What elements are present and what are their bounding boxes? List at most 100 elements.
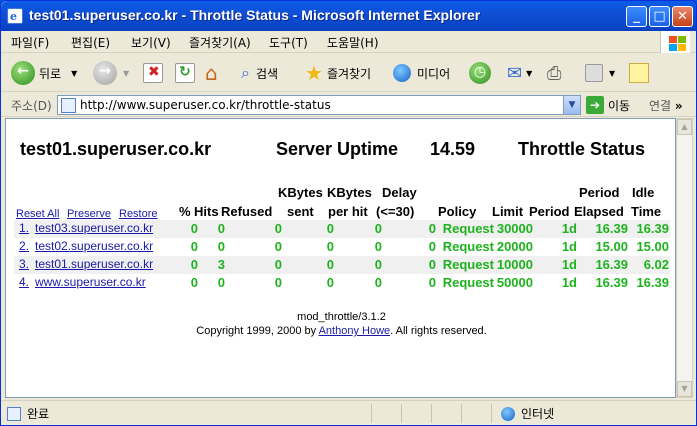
th-limit: Limit <box>492 204 524 219</box>
row-index-link[interactable]: 3. <box>19 257 29 271</box>
cell-limit: 50000 <box>496 275 533 290</box>
forward-arrow-icon: → <box>93 61 117 85</box>
menu-favorites[interactable]: 즐겨찾기(A) <box>189 34 251 51</box>
cell-limit: 20000 <box>496 239 533 254</box>
status-divider <box>371 404 372 423</box>
cell-idle: 16.39 <box>636 275 669 290</box>
table-row: 3. test01.superuser.co.kr 0 3 0 0 0 0 Request 100… <box>14 256 670 274</box>
cell-refused: 0 <box>274 239 282 254</box>
status-bar: 완료 인터넷 <box>1 400 696 425</box>
cell-hits: 0 <box>217 221 225 236</box>
cell-pct: 0 <box>190 257 198 272</box>
links-button[interactable]: 연결 » <box>649 97 683 114</box>
restore-link[interactable]: Restore <box>119 208 158 220</box>
th-idle-1: Idle <box>632 185 655 200</box>
cell-policy: Request <box>442 239 494 254</box>
stop-button[interactable]: ✖ <box>143 59 163 87</box>
edit-icon <box>585 64 603 82</box>
done-page-icon <box>7 406 21 421</box>
media-button[interactable]: 미디어 <box>393 59 450 87</box>
scroll-down-icon[interactable]: ▼ <box>677 381 692 397</box>
back-label: 뒤로 <box>39 66 62 81</box>
reset-all-link[interactable]: Reset All <box>16 208 59 220</box>
address-dropdown-icon[interactable]: ▼ <box>563 96 580 114</box>
windows-logo-icon <box>660 31 690 53</box>
cell-sent: 0 <box>326 221 334 236</box>
cell-elapsed: 16.39 <box>595 221 628 236</box>
row-host-link[interactable]: www.superuser.co.kr <box>35 275 146 289</box>
forward-button[interactable]: → ▼ <box>93 59 129 87</box>
search-label: 검색 <box>255 66 279 81</box>
menu-file[interactable]: 파일(F) <box>11 34 49 51</box>
status-left: 완료 <box>7 405 49 422</box>
footer-version: mod_throttle/3.1.2 <box>297 311 386 323</box>
cell-delay: 0 <box>428 257 436 272</box>
vertical-scrollbar[interactable]: ▲ ▼ <box>676 118 693 398</box>
cell-hits: 0 <box>217 239 225 254</box>
row-index-link[interactable]: 2. <box>19 239 29 253</box>
menu-view[interactable]: 보기(V) <box>131 34 171 51</box>
mail-button[interactable]: ✉ ▼ <box>507 59 532 87</box>
mail-dropdown-icon[interactable]: ▼ <box>526 69 532 78</box>
refresh-button[interactable]: ↻ <box>175 59 195 87</box>
edit-button[interactable]: ▼ <box>585 59 615 87</box>
row-index-link[interactable]: 4. <box>19 275 29 289</box>
cell-per-hit: 0 <box>374 239 382 254</box>
cell-policy: Request <box>442 275 494 290</box>
author-link[interactable]: Anthony Howe <box>319 325 391 337</box>
note-button[interactable] <box>629 59 649 87</box>
menu-tools[interactable]: 도구(T) <box>269 34 308 51</box>
back-dropdown-icon[interactable]: ▼ <box>71 69 77 78</box>
forward-dropdown-icon[interactable]: ▼ <box>123 69 129 78</box>
th-kbytes-sent-2: sent <box>287 204 314 219</box>
address-url[interactable]: http://www.superuser.co.kr/throttle-stat… <box>80 98 331 112</box>
cell-idle: 15.00 <box>636 239 669 254</box>
cell-period: 1d <box>561 275 577 290</box>
print-button[interactable]: ⎙ <box>547 59 561 87</box>
row-host-link[interactable]: test03.superuser.co.kr <box>35 221 153 235</box>
row-index-link[interactable]: 1. <box>19 221 29 235</box>
print-icon: ⎙ <box>547 62 562 84</box>
internet-zone-icon <box>501 406 515 421</box>
copyright-prefix: Copyright 1999, 2000 by <box>196 325 317 337</box>
cell-sent: 0 <box>326 257 334 272</box>
maximize-button[interactable]: □ <box>649 6 670 27</box>
address-bar: 주소(D) http://www.superuser.co.kr/throttl… <box>1 93 696 117</box>
address-input[interactable]: http://www.superuser.co.kr/throttle-stat… <box>57 95 581 115</box>
edit-dropdown-icon[interactable]: ▼ <box>609 69 615 78</box>
favorites-label: 즐겨찾기 <box>326 66 372 81</box>
status-divider <box>491 404 492 423</box>
preserve-link[interactable]: Preserve <box>67 208 111 220</box>
cell-elapsed: 16.39 <box>595 257 628 272</box>
star-icon: ★ <box>305 61 323 85</box>
row-host-link[interactable]: test01.superuser.co.kr <box>35 257 153 271</box>
copyright-suffix: . All rights reserved. <box>390 325 487 337</box>
th-kbytes-perhit-1: KBytes <box>327 185 372 200</box>
close-button[interactable]: ✕ <box>672 6 693 27</box>
search-button[interactable]: ⌕ 검색 <box>241 59 278 87</box>
minimize-button[interactable]: _ <box>626 6 647 27</box>
go-label: 이동 <box>608 98 631 113</box>
go-arrow-icon: ➔ <box>586 96 604 114</box>
menu-edit[interactable]: 편집(E) <box>71 34 110 51</box>
history-button[interactable]: ◷ <box>469 59 491 87</box>
th-period-elapsed-2: Elapsed <box>574 204 624 219</box>
cell-refused: 0 <box>274 275 282 290</box>
menu-help[interactable]: 도움말(H) <box>327 34 379 51</box>
address-label: 주소(D) <box>11 99 52 113</box>
favorites-button[interactable]: ★ 즐겨찾기 <box>305 59 371 87</box>
title-bar[interactable]: e test01.superuser.co.kr - Throttle Stat… <box>1 1 696 31</box>
cell-pct: 0 <box>190 239 198 254</box>
search-icon: ⌕ <box>241 63 250 82</box>
th-period-elapsed-1: Period <box>579 185 620 200</box>
go-button[interactable]: ➔ 이동 <box>586 96 630 114</box>
cell-delay: 0 <box>428 221 436 236</box>
cell-delay: 0 <box>428 239 436 254</box>
back-arrow-icon: ← <box>11 61 35 85</box>
back-button[interactable]: ← 뒤로 ▼ <box>11 59 77 87</box>
home-button[interactable]: ⌂ <box>205 59 218 87</box>
status-divider <box>461 404 462 423</box>
scroll-up-icon[interactable]: ▲ <box>677 119 692 135</box>
row-host-link[interactable]: test02.superuser.co.kr <box>35 239 153 253</box>
ie-icon: e <box>7 8 23 24</box>
